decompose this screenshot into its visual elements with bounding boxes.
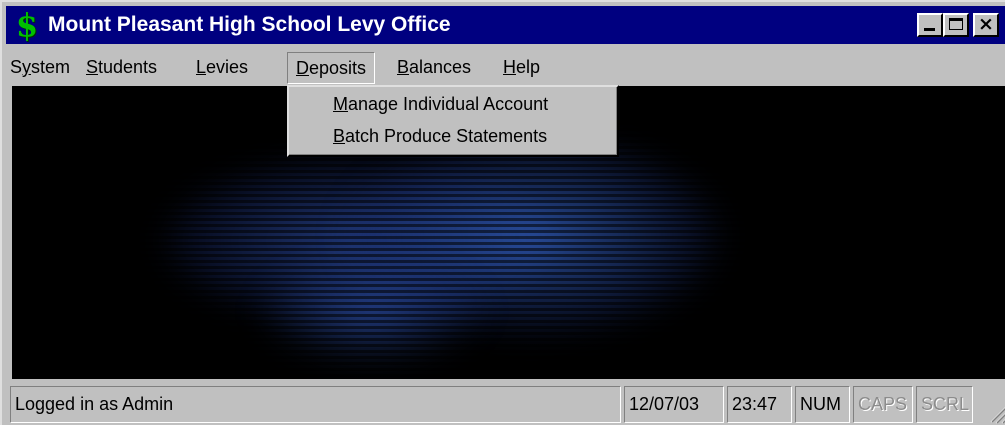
menu-balances[interactable]: Balances [397, 52, 471, 82]
menu-students[interactable]: Students [86, 52, 157, 82]
status-bar: Logged in as Admin 12/07/03 23:47 NUM CA… [6, 382, 1005, 427]
menu-help[interactable]: Help [503, 52, 540, 82]
minimize-button[interactable] [917, 13, 943, 37]
status-time: 23:47 [727, 386, 792, 423]
status-caps-indicator: CAPS [853, 386, 913, 423]
deposits-dropdown: Manage Individual Account Batch Produce … [287, 85, 619, 157]
close-icon: × [978, 13, 994, 35]
title-bar[interactable]: $ Mount Pleasant High School Levy Office… [6, 6, 1005, 44]
maximize-icon [949, 18, 963, 30]
status-scrl-indicator: SCRL [916, 386, 973, 423]
menu-system[interactable]: System [10, 52, 70, 82]
menu-item-manage-individual-account[interactable]: Manage Individual Account [333, 90, 548, 118]
menu-levies[interactable]: Levies [196, 52, 248, 82]
maximize-button[interactable] [943, 13, 969, 37]
status-date: 12/07/03 [624, 386, 724, 423]
status-message: Logged in as Admin [10, 386, 621, 423]
main-window: $ Mount Pleasant High School Levy Office… [0, 0, 1005, 425]
status-num-indicator: NUM [795, 386, 850, 423]
menu-deposits[interactable]: Deposits [287, 52, 376, 84]
resize-grip-icon[interactable] [988, 402, 1005, 424]
window-title: Mount Pleasant High School Levy Office [48, 13, 451, 36]
minimize-icon [924, 28, 935, 31]
dollar-icon[interactable]: $ [12, 9, 42, 41]
menu-item-batch-produce-statements[interactable]: Batch Produce Statements [333, 122, 547, 150]
close-button[interactable]: × [973, 13, 999, 37]
menu-bar: System Students Levies Deposits Balances… [6, 52, 1005, 84]
